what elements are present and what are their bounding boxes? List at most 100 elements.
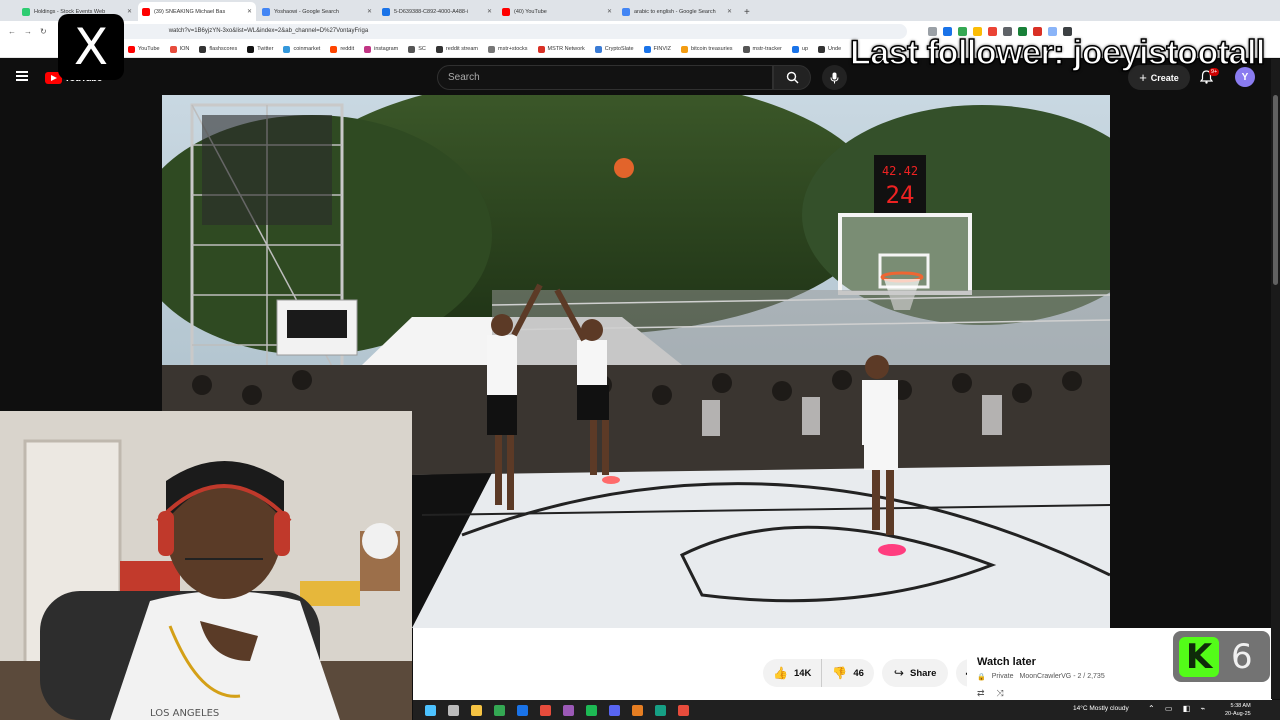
browser-tab[interactable]: (40) YouTube ✕	[498, 2, 616, 21]
share-button[interactable]: ↪ Share	[881, 659, 949, 687]
bookmark-item[interactable]: coinmarket	[283, 45, 320, 53]
dislike-button[interactable]: 👎 46	[821, 659, 874, 687]
bookmark-item[interactable]: MSTR Network	[537, 45, 585, 53]
new-tab-button[interactable]: +	[738, 7, 756, 21]
browser-tab[interactable]: Yoshaowi - Google Search ✕	[258, 2, 376, 21]
tab-favicon-icon	[502, 7, 510, 16]
app-icon[interactable]	[563, 704, 574, 716]
app-icon[interactable]	[517, 704, 528, 716]
close-tab-icon[interactable]: ✕	[247, 8, 252, 15]
bookmark-item[interactable]: reddit stream	[435, 45, 479, 53]
app-icon[interactable]	[586, 704, 597, 716]
bookmark-label: reddit	[340, 46, 355, 52]
bookmark-item[interactable]: ION	[169, 45, 190, 53]
svg-text:24: 24	[886, 181, 915, 209]
like-button[interactable]: 👍 14K	[763, 659, 821, 687]
browser-tab[interactable]: 5-D639388-C892-4000-A488-i ✕	[378, 2, 496, 21]
loop-icon[interactable]: ⇄	[977, 688, 997, 698]
playlist-panel: Watch later 🔒 Private MoonCrawlerVG - 2 …	[967, 650, 1175, 700]
thumbs-up-icon: 👍	[773, 666, 788, 680]
playlist-title[interactable]: Watch later	[977, 656, 1036, 668]
bookmark-item[interactable]: YouTube	[128, 45, 160, 53]
bookmark-icon	[283, 45, 291, 53]
dislike-count: 46	[853, 667, 864, 679]
bookmark-label: up	[801, 46, 809, 52]
scrollbar-thumb[interactable]	[1273, 95, 1278, 285]
tab-title: Yoshaowi - Google Search	[274, 8, 339, 15]
video-actions: 👍 14K 👎 46 ↪ Share ⋯	[763, 659, 985, 687]
bookmark-item[interactable]: Twitter	[247, 45, 274, 53]
mic-icon[interactable]	[822, 65, 847, 90]
url-field[interactable]: watch?v=1B6yjzYN-3xo&list=WL&index=2&ab_…	[76, 23, 907, 39]
search-taskbar-icon[interactable]	[448, 704, 459, 716]
shuffle-icon[interactable]: ⤨	[997, 688, 1016, 698]
menu-icon[interactable]	[16, 71, 28, 81]
tab-favicon-icon	[382, 7, 390, 16]
webcam-person-image: LOS ANGELES	[0, 411, 412, 720]
back-icon[interactable]: ←	[8, 27, 16, 36]
bookmark-label: Twitter	[257, 46, 274, 52]
browser-tab-strip: Holdings - Stock Events Web ✕ (39) SNEAKIN…	[0, 0, 1280, 21]
bookmark-label: ION	[179, 46, 190, 52]
app-icon[interactable]	[540, 704, 551, 716]
bookmark-icon	[488, 45, 496, 53]
last-follower-overlay: Last follower: joeyistootall	[849, 33, 1266, 73]
bookmark-label: mstr-tracker	[752, 46, 782, 52]
playlist-controls: ⇄⤨	[977, 688, 1016, 699]
system-tray-icons[interactable]: ⌃ ▭ ◧ ⌁	[1148, 704, 1209, 713]
tab-favicon-icon	[142, 7, 150, 16]
forward-icon[interactable]: →	[24, 27, 32, 36]
bookmark-icon	[435, 45, 443, 53]
share-icon: ↪	[893, 666, 904, 680]
tab-title: 5-D639388-C892-4000-A488-i	[394, 8, 468, 15]
close-tab-icon[interactable]: ✕	[127, 8, 132, 15]
bookmark-item[interactable]: FINVIZ	[643, 45, 671, 53]
app-icon[interactable]	[609, 704, 620, 716]
bookmark-label: FINVIZ	[653, 46, 671, 52]
kick-count: 6	[1231, 636, 1253, 677]
start-icon[interactable]	[425, 704, 436, 716]
app-icon[interactable]	[632, 704, 643, 716]
close-tab-icon[interactable]: ✕	[727, 8, 732, 15]
app-icon[interactable]	[678, 704, 689, 716]
bookmark-item[interactable]: CryptoSlate	[594, 45, 634, 53]
search-input[interactable]	[437, 65, 773, 90]
kick-logo-icon: K	[1179, 636, 1219, 677]
bookmark-item[interactable]: Unde	[818, 45, 841, 53]
tab-title: (40) YouTube	[514, 8, 547, 15]
svg-text:LOS ANGELES: LOS ANGELES	[150, 708, 219, 719]
bookmark-item[interactable]: mstr-tracker	[742, 45, 782, 53]
bookmark-item[interactable]: SC	[408, 45, 426, 53]
bookmark-item[interactable]: instagram	[364, 45, 398, 53]
x-logo-icon: X	[58, 14, 124, 80]
tab-title: arabic to english - Google Search	[634, 8, 716, 15]
browser-tab[interactable]: arabic to english - Google Search ✕	[618, 2, 736, 21]
bookmark-item[interactable]: mstr+stocks	[488, 45, 528, 53]
bookmark-item[interactable]: flashscores	[199, 45, 237, 53]
file-explorer-icon[interactable]	[471, 704, 482, 716]
close-tab-icon[interactable]: ✕	[607, 8, 612, 15]
bookmark-label: reddit stream	[445, 46, 479, 52]
like-count: 14K	[793, 667, 812, 679]
clock-time: 5:38 AM	[1230, 703, 1251, 709]
bookmark-label: MSTR Network	[547, 46, 585, 52]
tab-favicon-icon	[622, 7, 630, 16]
bookmark-item[interactable]: up	[791, 45, 809, 53]
tab-favicon-icon	[262, 7, 270, 16]
bookmark-item[interactable]: bitcoin treasuries	[680, 45, 733, 53]
browser-tab[interactable]: (39) SNEAKING Michael Bas ✕	[138, 2, 256, 21]
bookmark-icon	[408, 45, 416, 53]
close-tab-icon[interactable]: ✕	[367, 8, 372, 15]
app-icon[interactable]	[655, 704, 666, 716]
search-icon[interactable]	[773, 65, 811, 90]
clock[interactable]: 5:38 AM 20-Aug-25	[1225, 702, 1251, 718]
weather-label[interactable]: 14°C Mostly cloudy	[1073, 705, 1129, 712]
page-scrollbar[interactable]	[1271, 59, 1280, 699]
bookmark-icon	[199, 45, 207, 53]
bookmark-item[interactable]: reddit	[330, 45, 355, 53]
chrome-icon[interactable]	[494, 704, 505, 716]
playlist-owner-progress: MoonCrawlerVG - 2 / 2,735	[1019, 673, 1105, 680]
close-tab-icon[interactable]: ✕	[487, 8, 492, 15]
reload-icon[interactable]: ↻	[40, 27, 47, 36]
share-label: Share	[909, 667, 937, 679]
